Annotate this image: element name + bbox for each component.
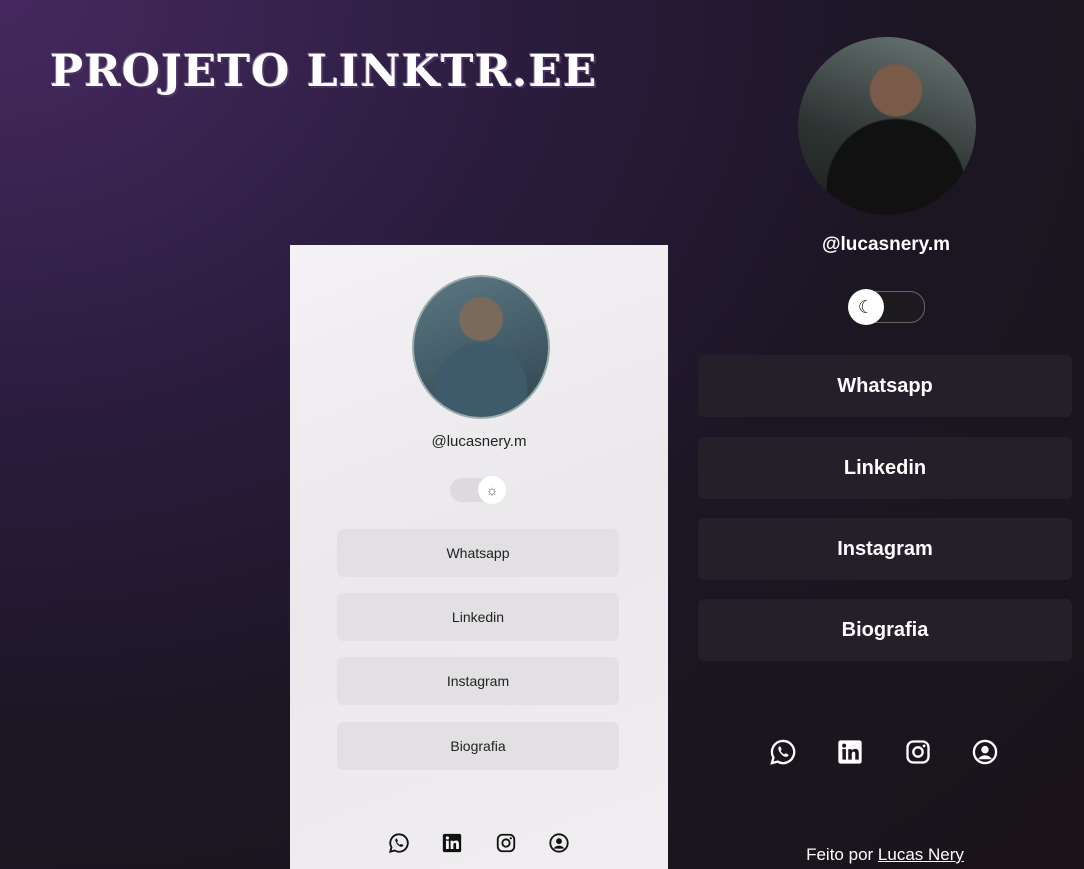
user-circle-icon[interactable] [971, 738, 999, 766]
linkedin-button: Linkedin [337, 593, 619, 641]
linkedin-icon[interactable] [836, 738, 864, 766]
user-circle-icon [549, 833, 569, 853]
username-handle: @lucasnery.m [431, 433, 527, 450]
biografia-button: Biografia [337, 722, 619, 770]
instagram-button: Instagram [337, 657, 619, 705]
instagram-link-button[interactable]: Instagram [698, 518, 1072, 580]
linkedin-link-button[interactable]: Linkedin [698, 437, 1072, 499]
profile-handle: @lucasnery.m [821, 234, 950, 255]
avatar [412, 275, 550, 419]
whatsapp-link-button[interactable]: Whatsapp [698, 355, 1072, 417]
profile-avatar [798, 37, 976, 215]
instagram-icon [496, 833, 515, 853]
social-icons [388, 832, 570, 856]
biografia-link-button[interactable]: Biografia [698, 599, 1072, 661]
footer-prefix: Feito por [806, 845, 874, 864]
author-link[interactable]: Lucas Nery [878, 845, 964, 864]
page-title: PROJETO LINKTR.EE [50, 46, 598, 97]
whatsapp-icon [388, 833, 409, 854]
theme-toggle: ☼ [450, 476, 506, 504]
linkedin-icon [443, 833, 462, 853]
whatsapp-icon[interactable] [769, 738, 797, 766]
footer: Feito por Lucas Nery [760, 845, 1010, 865]
instagram-icon[interactable] [904, 738, 932, 766]
light-mode-preview: @lucasnery.m ☼ Whatsapp Linkedin Instagr… [290, 245, 668, 869]
theme-toggle-switch[interactable]: ☾ [848, 289, 925, 325]
moon-icon[interactable]: ☾ [848, 289, 884, 325]
social-links [769, 738, 999, 768]
whatsapp-button: Whatsapp [337, 529, 619, 577]
sun-icon: ☼ [478, 476, 506, 504]
